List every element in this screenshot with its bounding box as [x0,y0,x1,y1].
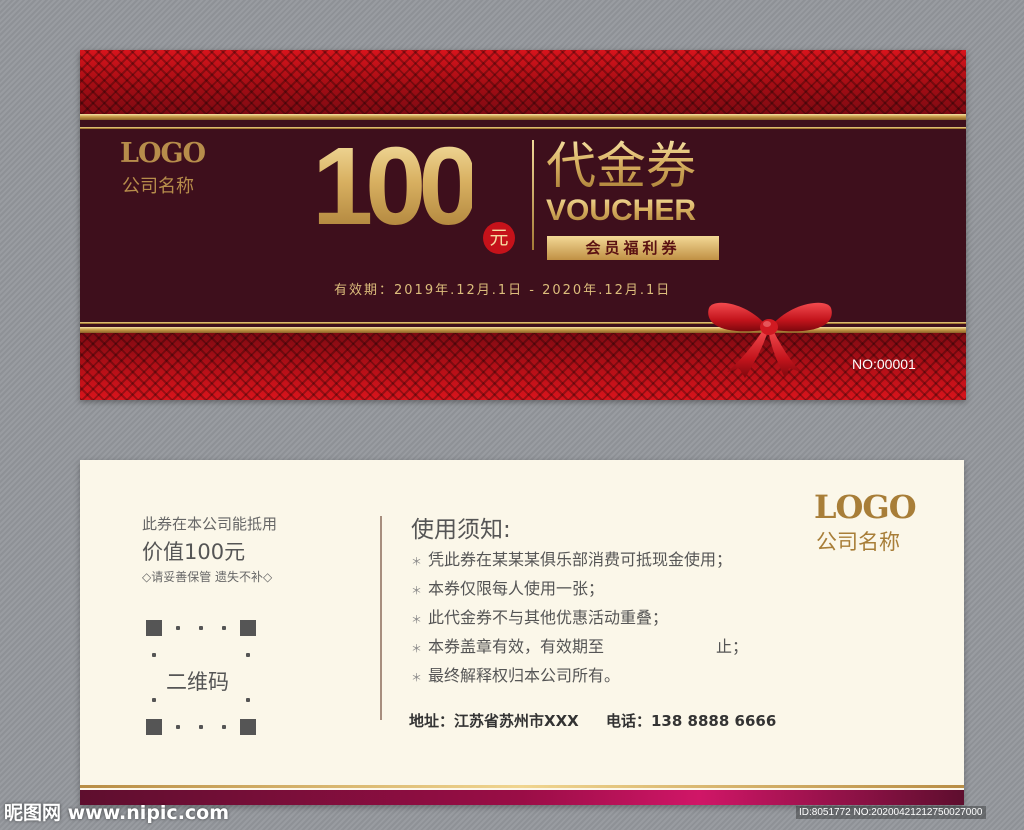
redeem-text: 此券在本公司能抵用 [142,515,278,533]
notice-item: ＊ 本券仅限每人使用一张； [411,575,604,599]
ribbon-bow-icon [708,302,832,378]
voucher-back: 此券在本公司能抵用 价值100元 ◇请妥善保管 遗失不补◇ 二维码 使用须知: … [80,460,964,805]
title-divider [532,140,534,250]
bullet-icon: ＊ [411,613,422,626]
qr-dot [246,653,250,657]
currency-badge: 元 [483,222,515,254]
qr-corner [146,719,162,735]
qr-dot [152,698,156,702]
site-watermark: 昵图网 www.nipic.com [4,802,230,824]
back-logo: LOGO [814,488,917,526]
front-company-name: 公司名称 [122,176,194,197]
validity-period: 有效期：2019年.12月.1日 - 2020年.12月.1日 [334,283,672,298]
notice-text: 凭此券在某某某俱乐部消费可抵现金使用； [428,550,733,569]
qr-dot [176,626,180,630]
voucher-title-cn: 代金券 [546,137,696,195]
serial-number: NO:00001 [852,356,916,372]
notice-text: 最终解释权归本公司所有。 [428,666,621,685]
qr-corner [240,719,256,735]
id-watermark: ID:8051772 NO:20200421212750027000 [796,806,986,819]
qr-corner [240,620,256,636]
voucher-amount: 100 [312,125,480,248]
notice-item: ＊ 最终解释权归本公司所有。 [411,662,620,686]
voucher-front: LOGO 公司名称 100 元 代金券 VOUCHER 会员福利券 有效期：20… [80,50,966,400]
qr-dot [222,626,226,630]
notice-text: 本券仅限每人使用一张； [428,579,605,598]
front-logo: LOGO [120,138,206,169]
voucher-title-en: VOUCHER [546,194,697,227]
address: 地址：江苏省苏州市XXX [409,712,579,730]
back-divider [380,516,382,720]
bullet-icon: ＊ [411,555,422,568]
red-pattern-band-top [80,50,966,114]
usage-notice-title: 使用须知: [411,517,511,543]
notice-text: 此代金券不与其他优惠活动重叠； [428,608,669,627]
bullet-icon: ＊ [411,671,422,684]
notice-item: ＊ 本券盖章有效，有效期至 [411,633,604,657]
value-text: 价值100元 [142,540,246,564]
qr-dot [199,626,203,630]
phone: 电话：138 8888 6666 [606,712,777,730]
qr-dot [176,725,180,729]
bullet-icon: ＊ [411,584,422,597]
qr-dot [199,725,203,729]
notice-expiry-end: 止； [716,637,749,656]
gold-stripe [80,114,966,120]
notice-item: ＊ 凭此券在某某某俱乐部消费可抵现金使用； [411,546,732,570]
gold-stripe [80,785,964,788]
notice-text: 本券盖章有效，有效期至 [428,637,605,656]
qr-code-label: 二维码 [166,670,229,694]
qr-corner [146,620,162,636]
qr-dot [222,725,226,729]
gold-stripe [80,127,966,129]
qr-dot [246,698,250,702]
keep-safe-note: ◇请妥善保管 遗失不补◇ [142,570,273,584]
member-benefit-label: 会员福利券 [547,236,719,260]
back-company-name: 公司名称 [816,530,900,554]
bullet-icon: ＊ [411,642,422,655]
qr-dot [152,653,156,657]
notice-item: ＊ 此代金券不与其他优惠活动重叠； [411,604,668,628]
